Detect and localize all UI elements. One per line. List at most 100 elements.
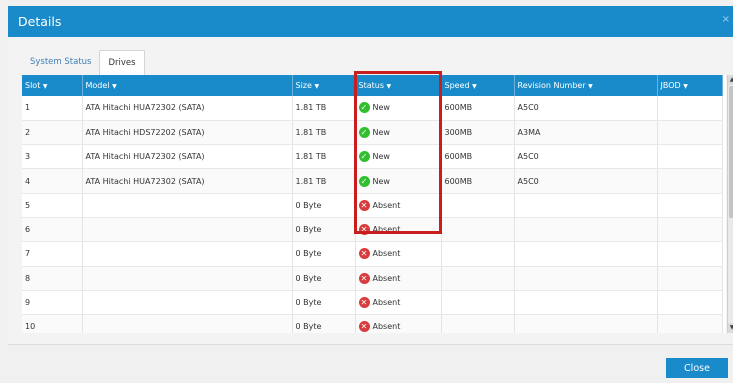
close-button[interactable]: Close (666, 358, 728, 378)
cell-jbod (657, 266, 723, 291)
cell-speed (441, 193, 515, 218)
cell-status: ✕ Absent (355, 241, 442, 267)
cell-slot: 7 (22, 241, 83, 267)
cell-status: ✓ New (355, 144, 442, 170)
cell-revision (514, 217, 658, 243)
table-row[interactable]: 3 ATA Hitachi HUA72302 (SATA) 1.81 TB ✓ New 6… (22, 144, 723, 170)
sort-arrow-icon[interactable]: ▼ (387, 83, 392, 90)
cell-revision (514, 266, 658, 291)
cell-slot: 4 (22, 168, 83, 194)
column-header-label: Size (295, 81, 312, 90)
cell-speed (441, 290, 515, 316)
cell-slot: 10 (22, 314, 83, 333)
cell-revision (514, 193, 658, 218)
cell-jbod (657, 314, 723, 333)
cell-speed: 600MB (441, 144, 515, 170)
column-header-status[interactable]: Status ▼ (355, 75, 442, 96)
table-scrollbar[interactable]: ▲ ▼ (727, 75, 733, 333)
check-circle-icon: ✓ (358, 126, 370, 138)
column-header-model[interactable]: Model ▼ (82, 75, 293, 96)
cell-slot: 3 (22, 144, 83, 170)
column-header-size[interactable]: Size ▼ (292, 75, 356, 96)
sort-arrow-icon[interactable]: ▼ (472, 83, 477, 90)
column-header-revision[interactable]: Revision Number ▼ (514, 75, 658, 96)
sort-arrow-icon[interactable]: ▼ (588, 83, 593, 90)
cell-jbod (657, 290, 723, 316)
table-row[interactable]: 6 0 Byte ✕ Absent (22, 217, 723, 243)
status-text: New (372, 176, 390, 186)
cell-jbod (657, 120, 723, 146)
cell-model (82, 193, 293, 218)
table-row[interactable]: 5 0 Byte ✕ Absent (22, 193, 723, 218)
cell-speed: 600MB (441, 96, 515, 121)
tab-system-status[interactable]: System Status (22, 50, 99, 74)
column-header-speed[interactable]: Speed ▼ (441, 75, 515, 96)
sort-arrow-icon[interactable]: ▼ (683, 83, 688, 90)
table-row[interactable]: 1 ATA Hitachi HUA72302 (SATA) 1.81 TB ✓ New 6… (22, 96, 723, 121)
sort-arrow-icon[interactable]: ▼ (43, 83, 48, 90)
cell-model: ATA Hitachi HUA72302 (SATA) (82, 96, 293, 121)
cell-size: 0 Byte (292, 314, 356, 333)
table-row[interactable]: 10 0 Byte ✕ Absent (22, 314, 723, 333)
cell-speed: 300MB (441, 120, 515, 146)
table-row[interactable]: 9 0 Byte ✕ Absent (22, 290, 723, 316)
scroll-thumb[interactable] (729, 86, 733, 218)
status-text: Absent (372, 249, 401, 259)
cell-status: ✕ Absent (355, 314, 442, 333)
check-circle-icon: ✓ (358, 151, 370, 163)
cell-speed (441, 266, 515, 291)
cell-status: ✓ New (355, 120, 442, 146)
x-circle-icon: ✕ (358, 272, 370, 284)
cell-status: ✕ Absent (355, 290, 442, 316)
details-dialog: Details × System Status Drives Slot ▼ Mod… (0, 0, 733, 383)
column-header-slot[interactable]: Slot ▼ (22, 75, 83, 96)
x-circle-icon: ✕ (358, 321, 370, 333)
scroll-up-arrow-icon[interactable]: ▲ (728, 75, 733, 85)
cell-model: ATA Hitachi HDS72202 (SATA) (82, 120, 293, 146)
status-text: New (372, 127, 390, 137)
cell-size: 1.81 TB (292, 168, 356, 194)
cell-jbod (657, 193, 723, 218)
table-row[interactable]: 7 0 Byte ✕ Absent (22, 241, 723, 267)
table-row[interactable]: 8 0 Byte ✕ Absent (22, 266, 723, 291)
table-header-row: Slot ▼ Model ▼ Size ▼ Status ▼ Speed ▼ Revisi… (22, 75, 723, 96)
cell-jbod (657, 144, 723, 170)
cell-status: ✕ Absent (355, 217, 442, 243)
close-icon[interactable]: × (722, 14, 730, 25)
cell-slot: 2 (22, 120, 83, 146)
cell-slot: 5 (22, 193, 83, 218)
column-header-jbod[interactable]: JBOD ▼ (657, 75, 723, 96)
table-row[interactable]: 2 ATA Hitachi HDS72202 (SATA) 1.81 TB ✓ New 3… (22, 120, 723, 146)
status-text: Absent (372, 225, 401, 235)
column-header-label: JBOD (660, 81, 681, 90)
cell-size: 1.81 TB (292, 144, 356, 170)
cell-model (82, 266, 293, 291)
cell-slot: 1 (22, 96, 83, 121)
cell-model (82, 217, 293, 243)
cell-jbod (657, 217, 723, 243)
cell-revision: A5C0 (514, 168, 658, 194)
column-header-label: Revision Number (517, 81, 586, 90)
cell-speed (441, 314, 515, 333)
cell-model: ATA Hitachi HUA72302 (SATA) (82, 168, 293, 194)
cell-model: ATA Hitachi HUA72302 (SATA) (82, 144, 293, 170)
check-circle-icon: ✓ (358, 175, 370, 187)
x-circle-icon: ✕ (358, 297, 370, 309)
status-text: New (372, 103, 390, 113)
x-circle-icon: ✕ (358, 248, 370, 260)
sort-arrow-icon[interactable]: ▼ (314, 83, 319, 90)
check-circle-icon: ✓ (358, 102, 370, 114)
cell-revision (514, 290, 658, 316)
status-text: Absent (372, 200, 401, 210)
table-row[interactable]: 4 ATA Hitachi HUA72302 (SATA) 1.81 TB ✓ New 6… (22, 168, 723, 194)
cell-status: ✓ New (355, 168, 442, 194)
cell-slot: 6 (22, 217, 83, 243)
cell-speed (441, 241, 515, 267)
scroll-down-arrow-icon[interactable]: ▼ (728, 323, 733, 333)
tab-drives[interactable]: Drives (99, 50, 145, 75)
sort-arrow-icon[interactable]: ▼ (112, 83, 117, 90)
x-circle-icon: ✕ (358, 224, 370, 236)
cell-size: 0 Byte (292, 217, 356, 243)
cell-status: ✕ Absent (355, 193, 442, 218)
cell-size: 1.81 TB (292, 120, 356, 146)
